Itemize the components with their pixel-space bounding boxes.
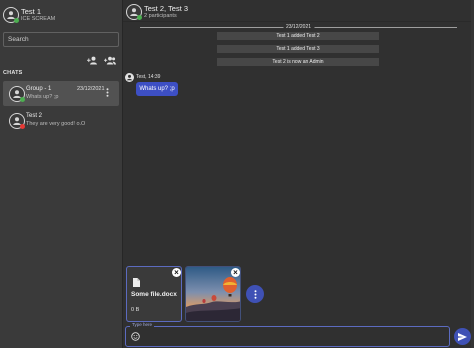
message-input[interactable] <box>142 331 442 342</box>
message-bubble[interactable]: Whats up? ;p <box>136 82 178 96</box>
system-message: Test 1 added Test 2 <box>217 32 379 40</box>
file-name: Some file.docx <box>131 291 177 298</box>
participants-count: 2 participants <box>144 13 177 19</box>
file-size: 0 B <box>131 307 140 313</box>
chats-section-label: CHATS <box>3 70 23 76</box>
send-icon <box>458 332 467 341</box>
account-circle-icon <box>125 73 134 82</box>
system-message: Test 1 added Test 3 <box>217 45 379 53</box>
chat-last-message: Whats up? ;p <box>26 94 59 100</box>
conversation-title[interactable]: Test 2, Test 3 <box>144 4 188 13</box>
user-avatar[interactable] <box>3 7 19 23</box>
chat-avatar <box>9 86 25 102</box>
date-separator: 23/12/2021 <box>140 24 457 30</box>
chat-item-test-2[interactable]: Test 2 They are very good! o.O <box>3 108 119 133</box>
system-message: Test 2 is now an Admin <box>217 58 379 66</box>
separator-date: 23/12/2021 <box>282 24 315 30</box>
chat-item-group-1[interactable]: Group - 1 Whats up? ;p 23/12/2021 <box>3 81 119 106</box>
search-input[interactable] <box>3 32 119 47</box>
sidebar: Test 1 ICE SCREAM CHATS Group - 1 Whats … <box>0 0 123 348</box>
remove-file-button[interactable]: × <box>172 268 181 277</box>
user-status: ICE SCREAM <box>21 16 56 22</box>
more-vert-icon[interactable] <box>106 88 109 97</box>
chat-avatar <box>9 113 25 129</box>
conversation-avatar[interactable] <box>126 4 142 20</box>
group-add-icon[interactable] <box>104 56 116 65</box>
chat-name: Group - 1 <box>26 86 52 92</box>
online-status-dot <box>20 97 25 102</box>
online-status-dot <box>14 18 19 23</box>
header-divider <box>123 21 474 22</box>
composer-label: Type here <box>130 322 155 327</box>
message-meta: Test, 14:39 <box>136 74 161 80</box>
emoji-icon[interactable] <box>131 332 140 341</box>
more-vert-icon <box>254 289 256 299</box>
user-name: Test 1 <box>21 7 42 16</box>
offline-status-dot <box>20 124 25 129</box>
message-composer: Type here <box>125 322 450 347</box>
remove-image-button[interactable]: × <box>231 268 240 277</box>
send-button[interactable] <box>454 328 471 345</box>
file-attachment[interactable]: Some file.docx 0 B × <box>126 266 182 322</box>
chat-last-message: They are very good! o.O <box>26 121 86 127</box>
chat-date: 23/12/2021 <box>77 86 105 92</box>
image-attachment[interactable]: × <box>185 266 241 322</box>
more-options-button[interactable] <box>246 285 264 303</box>
online-status-dot <box>137 15 142 20</box>
person-add-icon[interactable] <box>87 56 98 65</box>
chat-name: Test 2 <box>26 113 43 119</box>
file-icon <box>133 278 140 287</box>
